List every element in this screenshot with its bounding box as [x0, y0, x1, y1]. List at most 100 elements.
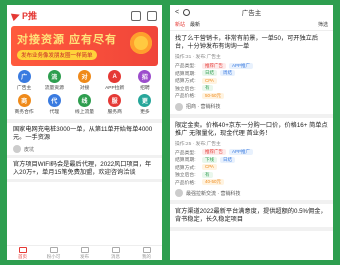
author-name: 最强拉新交流 · 营销科技	[186, 190, 241, 197]
category-label: 代理	[49, 110, 60, 115]
tab-item[interactable]: 粉小可	[38, 246, 69, 260]
card-attribute-row: 独立后台: 有	[175, 85, 328, 93]
post-item[interactable]: 国家电网充电桩3000一单，从第11单开始每单4000元。一手资源皮坑	[7, 123, 162, 158]
post-item[interactable]: 官方项目WIFI码会是最后代理，2022风口项目，年入20万+，单月15笔免费加…	[7, 158, 162, 182]
attribute-tag: CPA	[202, 77, 217, 84]
category-icon: 广	[17, 70, 31, 83]
scan-icon[interactable]	[131, 10, 141, 21]
coin-icon	[130, 32, 152, 54]
tab-item[interactable]: 我的	[131, 246, 162, 260]
post-title: 国家电网充电桩3000一单，从第11单开始每单4000元。一手资源	[13, 126, 153, 141]
advertiser-card[interactable]: 限定金卖。价格40+京东一分购一口价，价格16+ 简单点推广 无限量化，现金代理…	[170, 118, 333, 204]
category-grid: 广广告主流流量资源对对接 A APP拉新招招聘商商务合作代代理线线上流量服服务商更更…	[9, 70, 160, 115]
tab-icon	[49, 247, 58, 253]
card-attribute-row: 独立后台: 有	[175, 171, 328, 179]
tab-icon	[111, 247, 120, 253]
attribute-tag: 40-50元	[202, 179, 225, 186]
home-header: P推	[7, 5, 162, 26]
filter-button[interactable]: 筛选	[318, 21, 328, 28]
attribute-key: 产品价格:	[175, 94, 196, 100]
category-label: 流量资源	[44, 86, 64, 91]
author-name: 招商 · 营销科技	[186, 104, 221, 110]
category-label: 广告主	[16, 86, 32, 91]
card-title: 官方渠道2022最新平台满意度，提供超额的0.5%佣金，背书稳定，长久稳定项目	[175, 208, 327, 223]
category-item[interactable]: A APP拉新	[100, 70, 130, 91]
tab-icon	[80, 247, 89, 253]
card-attribute-row: 结算周期: 日结 周结	[175, 70, 328, 78]
advertiser-card[interactable]: 找了么干营销卡，非常有前景，一单50，可开独立后台，十分钟发布有询询一单 操作:3…	[170, 31, 333, 118]
tab-item[interactable]: 首页	[7, 246, 38, 260]
card-meta: 操作:25 · 发布:广告主	[175, 141, 221, 147]
category-icon: A	[108, 70, 122, 83]
attribute-key: 结算周期:	[175, 71, 196, 77]
advertiser-card[interactable]: 官方渠道2022最新平台满意度，提供超额的0.5%佣金，背书稳定，长久稳定项目	[170, 204, 333, 231]
tab-item[interactable]: 消息	[100, 246, 131, 260]
brand-logo[interactable]: P推	[10, 9, 38, 22]
tab-label: 粉小可	[46, 254, 61, 259]
category-label: 对接	[79, 86, 90, 91]
category-item[interactable]: 线线上流量	[69, 94, 99, 115]
post-author: 皮坑	[13, 145, 156, 153]
card-attribute-row: 结算周期: 下线 日结	[175, 156, 328, 164]
advertiser-header: < 广告主	[170, 5, 333, 19]
category-item[interactable]: 代代理	[39, 94, 69, 115]
category-label: 更多	[140, 110, 150, 115]
attribute-tag: APP推广	[229, 149, 254, 156]
tab-item[interactable]: 发布	[69, 246, 100, 260]
filter-latest[interactable]: 最新	[190, 21, 200, 28]
tab-label: 发布	[80, 254, 89, 259]
card-author: 最强拉新交流 · 营销科技	[175, 189, 328, 197]
card-title: 找了么干营销卡，非常有前景，一单50，可开独立后台，十分钟发布有询询一单	[175, 35, 319, 50]
tab-icon	[18, 247, 27, 253]
attribute-tag: 推荐广告	[202, 62, 226, 69]
attribute-key: 结算周期:	[175, 158, 196, 164]
category-item[interactable]: 招招聘	[130, 70, 160, 91]
filter-bar: 新站 最新 筛选	[170, 19, 333, 31]
attribute-tag: 有	[202, 171, 213, 178]
message-icon[interactable]	[147, 10, 157, 21]
page-title: 广告主	[241, 10, 262, 17]
card-attribute-row: 产品价格: 50-50元	[175, 92, 328, 100]
category-label: 招聘	[140, 86, 150, 91]
category-item[interactable]: 广广告主	[9, 70, 39, 91]
attribute-tag: APP推广	[229, 62, 254, 69]
avatar	[175, 102, 183, 111]
attribute-tag: 下线	[202, 156, 217, 163]
category-item[interactable]: 更更多	[130, 94, 160, 115]
category-icon: 商	[17, 94, 31, 107]
category-icon: 更	[138, 94, 152, 107]
attribute-tag: 50-50元	[202, 92, 225, 99]
category-label: 线上流量	[74, 110, 95, 115]
category-item[interactable]: 商商务合作	[9, 94, 39, 115]
home-screen: P推 对接资源 应有尽有 发布业务像发朋友圈一样简单 广广告主流流量资源对对接 A…	[7, 5, 162, 260]
attribute-key: 产品类型:	[175, 150, 196, 156]
attribute-tag: 推荐广告	[202, 149, 226, 156]
category-item[interactable]: 对对接	[69, 70, 99, 91]
card-attribute-row: 结算方式: CPA	[175, 164, 328, 172]
avatar	[175, 189, 183, 197]
category-label: 服务商	[107, 110, 122, 115]
banner-pill: 发布业务像发朋友圈一样简单	[17, 50, 97, 60]
attribute-key: 产品类型:	[175, 64, 196, 70]
category-icon: 服	[108, 94, 122, 107]
filter-new[interactable]: 新站	[175, 21, 185, 28]
attribute-tag: CPA	[202, 164, 217, 171]
promo-banner[interactable]: 对接资源 应有尽有 发布业务像发朋友圈一样简单	[11, 26, 158, 66]
card-title: 限定金卖。价格40+京东一分购一口价，价格16+ 简单点推广 无限量化，现金代理…	[175, 121, 328, 137]
category-label: 商务合作	[14, 110, 34, 115]
attribute-tag: 日结	[220, 156, 235, 163]
brand-name: P推	[22, 11, 38, 21]
tab-label: 消息	[111, 254, 120, 259]
tab-label: 首页	[18, 254, 27, 259]
category-icon: 代	[47, 94, 61, 107]
category-item[interactable]: 服服务商	[100, 94, 130, 115]
tab-icon	[142, 247, 151, 253]
attribute-tag: 有	[202, 85, 213, 92]
post-list: 国家电网充电桩3000一单，从第11单开始每单4000元。一手资源皮坑官方项目W…	[7, 123, 162, 182]
card-attribute-row: 产品类型: 推荐广告 APP推广	[175, 149, 328, 157]
attribute-key: 独立后台:	[175, 86, 196, 92]
attribute-tag: 日结	[202, 70, 217, 77]
card-attribute-row: 结算方式: CPA	[175, 77, 328, 85]
author-name: 皮坑	[24, 146, 35, 153]
category-item[interactable]: 流流量资源	[39, 70, 69, 91]
